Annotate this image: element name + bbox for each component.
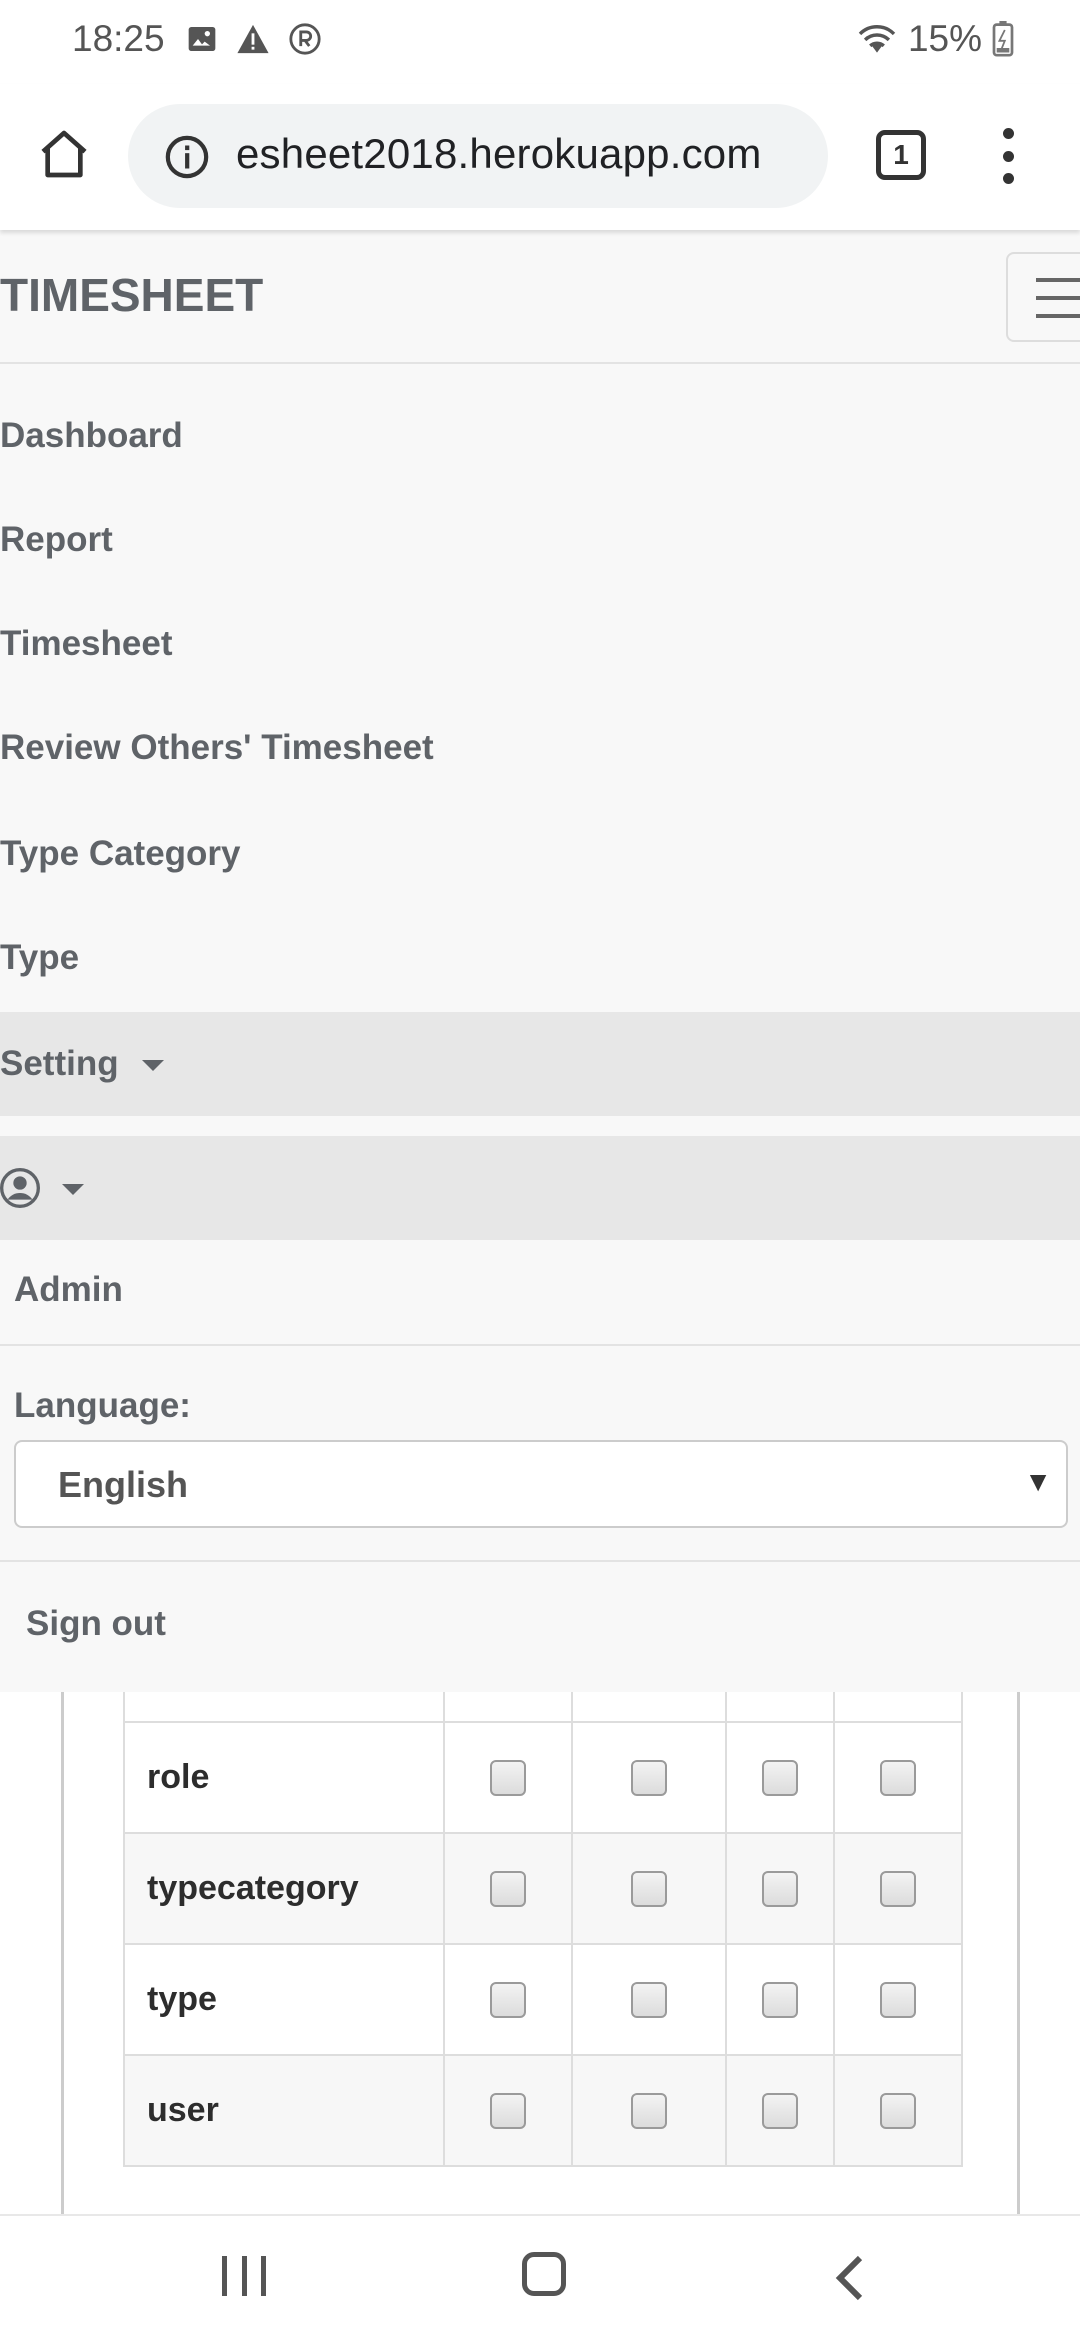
image-icon [188,27,216,51]
permissions-table: role typecategory type user [123,1692,963,2167]
recent-apps-icon[interactable] [222,2256,266,2300]
tab-switcher-button[interactable]: 1 [876,130,926,180]
home-button[interactable] [30,120,98,188]
permission-checkbox[interactable] [762,1870,798,1907]
status-notification-icons [186,22,322,56]
browser-toolbar: esheet2018.herokuapp.com 1 [0,84,1080,230]
nav-item-type[interactable]: Type [0,938,79,978]
sign-out-link[interactable]: Sign out [26,1604,166,1644]
nav-item-setting-dropdown[interactable]: Setting [0,1012,1080,1116]
permission-name: typecategory [123,1832,445,1945]
permission-name: user [123,2054,445,2167]
container-border [1017,1692,1020,2214]
wifi-icon [858,25,896,53]
caret-down-icon [62,1184,84,1195]
table-row: typecategory [123,1832,963,1945]
language-select-value: English [58,1464,189,1505]
user-circle-icon [0,1168,40,1208]
dropdown-divider [0,1344,1080,1346]
permission-checkbox[interactable] [490,1759,526,1796]
permission-checkbox[interactable] [490,1981,526,2018]
permission-checkbox[interactable] [880,1759,916,1796]
battery-percent: 15% [907,18,982,59]
permission-checkbox[interactable] [631,1759,667,1796]
container-border [61,1692,64,2214]
system-home-icon[interactable] [522,2252,566,2296]
status-bar: 18:25 15% [0,0,1080,84]
language-select[interactable]: English ▼ [14,1440,1068,1528]
table-row: user [123,2054,963,2167]
nav-item-dashboard[interactable]: Dashboard [0,416,183,456]
navbar-divider [0,362,1080,364]
permission-checkbox[interactable] [762,1981,798,2018]
nav-item-type-category[interactable]: Type Category [0,834,241,874]
setting-label: Setting [0,1044,165,1084]
table-row [123,1692,963,1723]
status-time: 18:25 [72,18,165,59]
table-row: role [123,1721,963,1834]
info-icon[interactable] [164,134,210,180]
dropdown-username[interactable]: Admin [14,1270,123,1310]
permission-name: role [123,1721,445,1834]
language-label: Language: [14,1386,191,1425]
permission-checkbox[interactable] [880,1870,916,1907]
permission-checkbox[interactable] [490,1870,526,1907]
dropdown-divider [0,1560,1080,1562]
permission-checkbox[interactable] [762,1759,798,1796]
site-navbar: TIMESHEET Dashboard Report Timesheet Rev… [0,230,1080,1692]
registered-icon [289,23,321,55]
nav-item-review-others-timesheet[interactable]: Review Others' Timesheet [0,728,434,768]
permission-checkbox[interactable] [490,2092,526,2129]
permission-checkbox[interactable] [762,2092,798,2129]
table-row: type [123,1943,963,2056]
permission-checkbox[interactable] [880,2092,916,2129]
back-icon[interactable] [830,2254,870,2302]
url-text[interactable]: esheet2018.herokuapp.com [236,130,762,178]
more-options-icon[interactable] [990,124,1026,188]
navbar-toggle-button[interactable] [1006,252,1080,342]
permission-checkbox[interactable] [631,2092,667,2129]
permission-checkbox[interactable] [631,1981,667,2018]
address-bar[interactable]: esheet2018.herokuapp.com [128,104,828,208]
user-dropdown-menu: Admin Language: English ▼ Sign out [0,1240,1080,1692]
permission-name: type [123,1943,445,2056]
home-icon [41,130,87,178]
warning-icon [237,24,269,54]
brand-title[interactable]: TIMESHEET [0,268,263,322]
user-menu-toggle[interactable] [0,1136,1080,1240]
nav-item-report[interactable]: Report [0,520,113,560]
nav-item-timesheet[interactable]: Timesheet [0,624,173,664]
caret-down-icon [142,1060,165,1072]
battery-icon [992,21,1014,57]
status-system-icons: 15% [856,18,1014,60]
page-content: role typecategory type user [0,1692,1080,2214]
select-arrow-icon: ▼ [1024,1466,1052,1497]
permission-checkbox[interactable] [631,1870,667,1907]
system-navigation-bar [0,2214,1080,2340]
permission-checkbox[interactable] [880,1981,916,2018]
